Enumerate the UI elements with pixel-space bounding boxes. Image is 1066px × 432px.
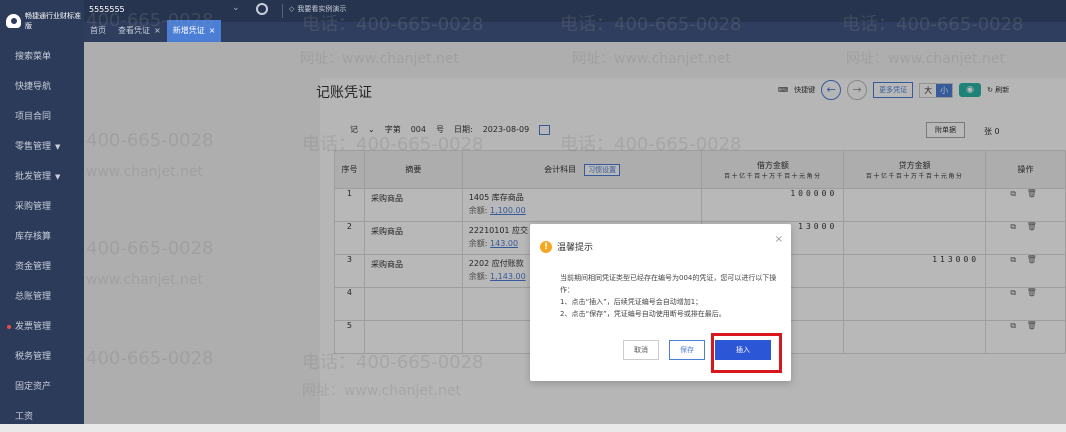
sidebar-item-salary[interactable]: 工资 [0,402,84,432]
sidebar-item-label: 固定资产 [15,382,52,392]
sidebar: 畅捷通行业财标准版 搜索菜单 快捷导航 项目合同 零售管理 ▼ 批发管理 ▼ 采购管… [0,0,84,424]
sidebar-item-label: 资金管理 [15,262,52,272]
tab-view-voucher[interactable]: 查看凭证 × [112,20,167,42]
sidebar-item-label: 快捷导航 [15,82,52,92]
top-bar: 5555555 ⌄ ◇ 我要看实例演示 首页 查看凭证 × 新增凭证 × [84,0,1066,42]
sidebar-item-wholesale[interactable]: 批发管理 ▼ [0,162,84,192]
dialog-body: 当前期间相同凭证类型已经存在编号为004的凭证，您可以进行以下操作： 1、点击“… [560,272,782,320]
sidebar-item-label: 零售管理 [15,142,52,152]
tab-label: 首页 [90,26,106,35]
logo-text: 畅捷通行业财标准版 [24,12,81,30]
sidebar-item-funds[interactable]: 资金管理 [0,252,84,282]
gear-icon[interactable] [256,3,268,15]
diamond-icon: ◇ [289,5,295,13]
highlight-box [711,333,782,373]
sidebar-item-label: 发票管理 [15,322,52,332]
top-strip: 5555555 ⌄ ◇ 我要看实例演示 [84,0,1066,22]
dialog-title: 温馨提示 [557,243,594,253]
sidebar-item-label: 搜索菜单 [15,52,52,62]
close-icon[interactable]: × [154,26,161,35]
tab-bar: 首页 查看凭证 × 新增凭证 × [84,20,222,42]
sidebar-item-fixed-assets[interactable]: 固定资产 [0,372,84,402]
sidebar-item-retail[interactable]: 零售管理 ▼ [0,132,84,162]
logo: 畅捷通行业财标准版 [0,0,84,42]
save-button[interactable]: 保存 [669,340,705,360]
sidebar-item-ledger[interactable]: 总账管理 [0,282,84,312]
close-icon[interactable]: × [775,234,783,245]
close-icon[interactable]: × [209,26,216,35]
logo-icon [6,14,21,28]
tab-label: 新增凭证 [172,26,205,35]
sidebar-item-label: 库存核算 [15,232,52,242]
tab-home[interactable]: 首页 [84,20,112,42]
demo-link[interactable]: ◇ 我要看实例演示 [289,4,346,14]
warning-icon: ! [540,240,552,253]
sidebar-item-label: 批发管理 [15,172,52,182]
sidebar-item-label: 工资 [15,412,34,422]
chevron-down-icon[interactable]: ⌄ [232,3,240,13]
demo-link-label: 我要看实例演示 [297,5,347,13]
sidebar-item-purchase[interactable]: 采购管理 [0,192,84,222]
tab-new-voucher[interactable]: 新增凭证 × [166,20,222,42]
company-selector[interactable]: 5555555 [89,5,125,14]
sidebar-item-project-contract[interactable]: 项目合同 [0,102,84,132]
sidebar-item-tax[interactable]: 税务管理 [0,342,84,372]
sidebar-item-label: 采购管理 [15,202,52,212]
dialog-text: 2、点击“保存”，凭证编号自动使用断号或排在最后。 [560,310,726,318]
sidebar-item-inventory[interactable]: 库存核算 [0,222,84,252]
caret-down-icon: ▼ [55,173,61,181]
divider [282,4,283,18]
cancel-button[interactable]: 取消 [623,340,659,360]
sidebar-item-invoice[interactable]: 发票管理 [0,312,84,342]
dialog-text: 当前期间相同凭证类型已经存在编号为004的凭证，您可以进行以下操作： [560,274,777,294]
sidebar-item-search[interactable]: 搜索菜单 [0,42,84,72]
sidebar-item-label: 总账管理 [15,292,52,302]
tab-label: 查看凭证 [118,26,150,35]
dialog-text: 1、点击“插入”，后续凭证编号会自动增加1； [560,298,703,306]
sidebar-item-label: 税务管理 [15,352,52,362]
sidebar-item-quick-nav[interactable]: 快捷导航 [0,72,84,102]
sidebar-item-label: 项目合同 [15,112,52,122]
caret-down-icon: ▼ [55,143,61,151]
dialog-header: ! 温馨提示 [540,240,593,253]
